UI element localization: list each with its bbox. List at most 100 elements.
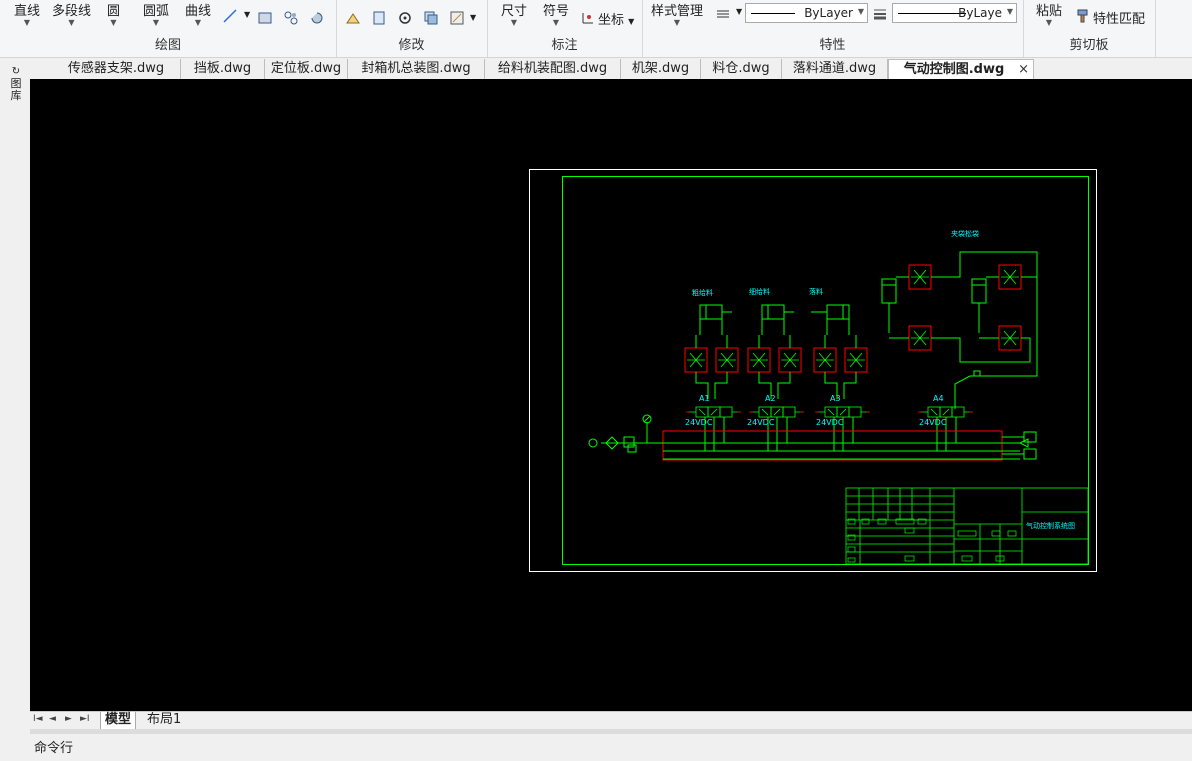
match-properties-button[interactable]: 特性匹配: [1093, 8, 1145, 27]
lineweight-select[interactable]: ByLaye ▼: [892, 3, 1017, 23]
cylinder-5: [971, 278, 987, 333]
tab-document[interactable]: 机架.dwg: [621, 59, 701, 79]
coordinate-label: 坐标: [598, 13, 625, 28]
symbol-button[interactable]: 符号 ▼: [543, 0, 569, 27]
cylinder-label: 细给料: [749, 287, 770, 296]
modify-group: ▼ 修改: [336, 0, 488, 57]
symbol-label: 符号: [543, 4, 570, 19]
modify-more-dropdown[interactable]: ▼: [470, 13, 476, 22]
flow-valve-symbols: [687, 269, 1019, 368]
manifold-lines: [601, 431, 1037, 460]
tab-layout1-label: 布局1: [147, 712, 182, 727]
clipboard-group-title: 剪切板: [1069, 38, 1109, 53]
stretch-icon[interactable]: [345, 10, 361, 26]
properties-group: 样式管理 ▼ ▼ ByLayer ▼ ByLaye ▼ 特性: [642, 0, 1024, 57]
line-button[interactable]: 直线 ▼: [14, 0, 40, 27]
construction-line-icon[interactable]: [222, 8, 238, 24]
match-properties-icon: [1075, 8, 1091, 24]
cylinder-2: [761, 304, 794, 335]
layer-dropdown[interactable]: ▼: [736, 7, 742, 16]
lineweight-icon: [872, 6, 888, 22]
circle-label: 圆: [107, 4, 121, 19]
last-layout-icon[interactable]: ►I: [80, 714, 90, 724]
tab-model-label: 模型: [105, 712, 132, 727]
linetype-value: ByLayer: [804, 6, 853, 20]
close-icon[interactable]: ×: [1018, 60, 1029, 80]
tab-label: 给料机装配图.dwg: [497, 61, 608, 76]
command-line[interactable]: 命令行: [30, 734, 1192, 761]
lineweight-preview: [898, 13, 966, 14]
cylinder-label: 粗给料: [692, 288, 713, 297]
coordinate-button[interactable]: 坐标 ▼: [598, 9, 634, 28]
chevron-down-icon: ▼: [857, 7, 864, 16]
library-panel-toggle[interactable]: ↻ 图库: [9, 66, 23, 102]
document-tab-bar: 传感器支架.dwg 挡板.dwg 定位板.dwg 封箱机总装图.dwg 给料机装…: [30, 58, 1192, 80]
tab-layout1[interactable]: 布局1: [143, 712, 185, 729]
title-block-name: 气动控制系统图: [1026, 521, 1075, 530]
layer-list-icon[interactable]: [715, 6, 731, 22]
ribbon: 直线 ▼ 多段线 ▼ 圆 ▼ 圆弧 ▼ 曲线 ▼ ▼ 绘图 ▼ 修改 尺寸 ▼ 符号 ▼ 坐标…: [0, 0, 1192, 58]
solenoid-valves: [688, 406, 972, 418]
first-layout-icon[interactable]: I◄: [33, 714, 43, 724]
dimension-label: 尺寸: [501, 4, 528, 19]
region-icon[interactable]: [309, 10, 325, 26]
polyline-button[interactable]: 多段线 ▼: [52, 0, 91, 27]
draw-group: 直线 ▼ 多段线 ▼ 圆 ▼ 圆弧 ▼ 曲线 ▼ ▼ 绘图: [0, 0, 337, 57]
sheet-inner-frame: [562, 176, 1089, 565]
command-line-label: 命令行: [34, 741, 74, 756]
layout-tab-bar: I◄ ◄ ► ►I 模型 布局1: [30, 711, 1192, 730]
next-layout-icon[interactable]: ►: [65, 714, 72, 724]
tab-label: 定位板.dwg: [270, 61, 342, 76]
tab-active-document[interactable]: 气动控制图.dwg ×: [888, 59, 1034, 80]
clamp-label: 夹袋松袋: [951, 229, 979, 238]
rotate-icon[interactable]: [397, 10, 413, 26]
tab-document[interactable]: 定位板.dwg: [265, 59, 348, 79]
tab-document[interactable]: 封箱机总装图.dwg: [348, 59, 485, 79]
coordinate-icon: [580, 10, 596, 26]
valve-voltage: 24VDC: [816, 418, 844, 427]
style-manager-label: 样式管理: [651, 4, 704, 19]
annotate-group: 尺寸 ▼ 符号 ▼ 坐标 ▼ 标注: [487, 0, 643, 57]
edit-icon[interactable]: [449, 10, 465, 26]
rectangle-icon[interactable]: [257, 10, 273, 26]
tab-model[interactable]: 模型: [100, 712, 137, 730]
tab-document[interactable]: 落料通道.dwg: [782, 59, 888, 79]
offset-icon[interactable]: [371, 10, 387, 26]
tab-label: 封箱机总装图.dwg: [361, 61, 471, 76]
tab-document[interactable]: 挡板.dwg: [181, 59, 265, 79]
line-label: 直线: [14, 4, 41, 19]
clamp-circuit-pipes: [889, 251, 1038, 409]
linetype-preview: [751, 13, 795, 14]
curve-label: 曲线: [185, 4, 212, 19]
valve-name: A4: [933, 394, 944, 403]
tab-label: 落料通道.dwg: [792, 61, 877, 76]
linetype-select[interactable]: ByLayer ▼: [745, 3, 868, 23]
curve-button[interactable]: 曲线 ▼: [185, 0, 211, 27]
dimension-button[interactable]: 尺寸 ▼: [501, 0, 527, 27]
tab-label: 气动控制图.dwg: [903, 62, 1005, 77]
tab-document[interactable]: 料仓.dwg: [701, 59, 782, 79]
tab-document[interactable]: 传感器支架.dwg: [52, 59, 181, 79]
tab-document[interactable]: 给料机装配图.dwg: [485, 59, 621, 79]
properties-group-title: 特性: [819, 38, 846, 53]
tab-label: 挡板.dwg: [193, 61, 252, 76]
copy-icon[interactable]: [423, 10, 439, 26]
tab-label: 传感器支架.dwg: [67, 61, 165, 76]
arc-button[interactable]: 圆弧 ▼: [143, 0, 169, 27]
valve-name: A2: [765, 394, 776, 403]
prev-layout-icon[interactable]: ◄: [49, 714, 56, 724]
valve-voltage: 24VDC: [747, 418, 775, 427]
hatch-icon[interactable]: [283, 10, 299, 26]
library-panel-label: 图库: [10, 77, 22, 102]
cylinder-1: [699, 304, 732, 335]
drawing-canvas[interactable]: 粗给料 细给料 落料 夹袋松袋 A1 24VDC A2 24VDC A3 24V…: [30, 79, 1192, 711]
cylinder-4: [881, 278, 897, 333]
arc-label: 圆弧: [143, 4, 170, 19]
circle-button[interactable]: 圆 ▼: [107, 0, 120, 27]
paste-button[interactable]: 粘贴 ▼: [1036, 0, 1062, 27]
construction-line-dropdown[interactable]: ▼: [244, 10, 250, 19]
cylinder-label: 落料: [809, 287, 823, 296]
valve-name: A3: [830, 394, 841, 403]
left-circuit-pipes: [695, 335, 857, 399]
style-manager-button[interactable]: 样式管理 ▼: [651, 0, 703, 27]
